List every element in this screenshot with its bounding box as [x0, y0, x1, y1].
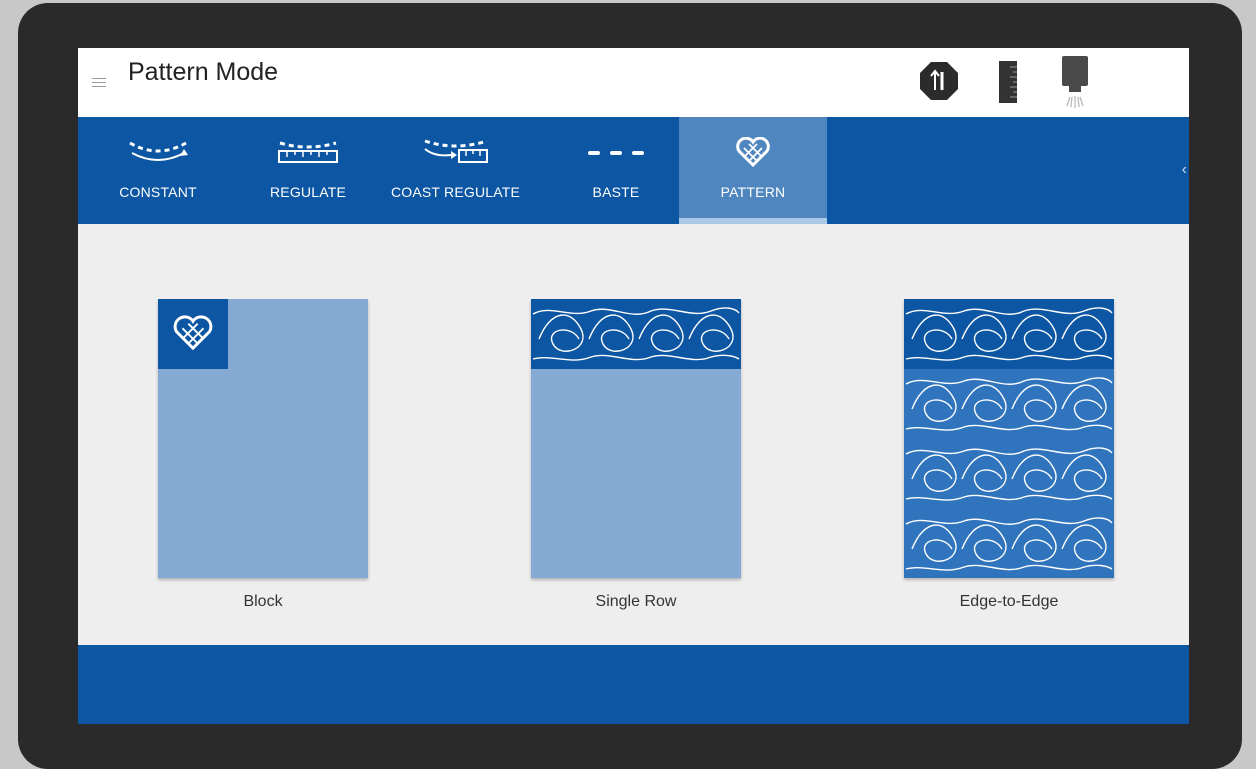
- bottom-action-bar: [78, 645, 1189, 724]
- card-single-row[interactable]: Single Row: [531, 299, 741, 610]
- constant-stitch-icon: [129, 141, 188, 161]
- heart-pattern-icon: [736, 137, 770, 167]
- swirl-row-icon: [532, 307, 740, 361]
- swirl-pattern-row: [531, 299, 741, 369]
- card-block[interactable]: Block: [158, 299, 368, 610]
- app-screen: Pattern Mode CONSTANT REGULATE COAST REG…: [78, 48, 1189, 724]
- card-edge-to-edge-label: Edge-to-Edge: [959, 593, 1059, 610]
- card-single-row-label: Single Row: [595, 593, 677, 610]
- tab-regulate[interactable]: REGULATE: [238, 117, 378, 224]
- heart-pattern-icon: [173, 315, 213, 351]
- needle-position-icon[interactable]: [918, 60, 960, 102]
- app-header: Pattern Mode: [78, 48, 1189, 117]
- regulate-stitch-icon: [278, 141, 338, 163]
- page-title: Pattern Mode: [128, 58, 279, 86]
- chevron-left-icon[interactable]: ‹: [1182, 161, 1187, 179]
- coast-regulate-icon: [423, 139, 488, 163]
- baste-stitch-icon: [588, 151, 644, 155]
- card-block-label: Block: [243, 593, 283, 610]
- tab-coast-regulate-label: COAST REGULATE: [390, 184, 521, 200]
- tab-baste[interactable]: BASTE: [546, 117, 686, 224]
- mode-tabbar: CONSTANT REGULATE COAST REGULATE BASTE P…: [78, 117, 1189, 224]
- single-row-preview: [531, 299, 741, 578]
- ruler-icon[interactable]: [996, 59, 1020, 105]
- card-edge-to-edge[interactable]: Edge-to-Edge: [904, 299, 1114, 610]
- tab-constant-label: CONSTANT: [119, 184, 197, 200]
- block-corner: [158, 299, 228, 369]
- active-tab-indicator: [679, 218, 827, 224]
- swirl-grid-icon: [905, 307, 1113, 571]
- block-preview: [158, 299, 368, 578]
- tab-coast-regulate[interactable]: COAST REGULATE: [383, 117, 528, 224]
- hamburger-menu-icon[interactable]: [92, 78, 106, 88]
- tab-regulate-label: REGULATE: [269, 184, 347, 200]
- tab-pattern[interactable]: PATTERN: [679, 117, 827, 224]
- laser-light-icon[interactable]: [1058, 54, 1092, 112]
- edge-to-edge-preview: [904, 299, 1114, 578]
- tab-constant[interactable]: CONSTANT: [88, 117, 228, 224]
- tab-pattern-label: PATTERN: [720, 184, 786, 200]
- tab-baste-label: BASTE: [592, 184, 640, 200]
